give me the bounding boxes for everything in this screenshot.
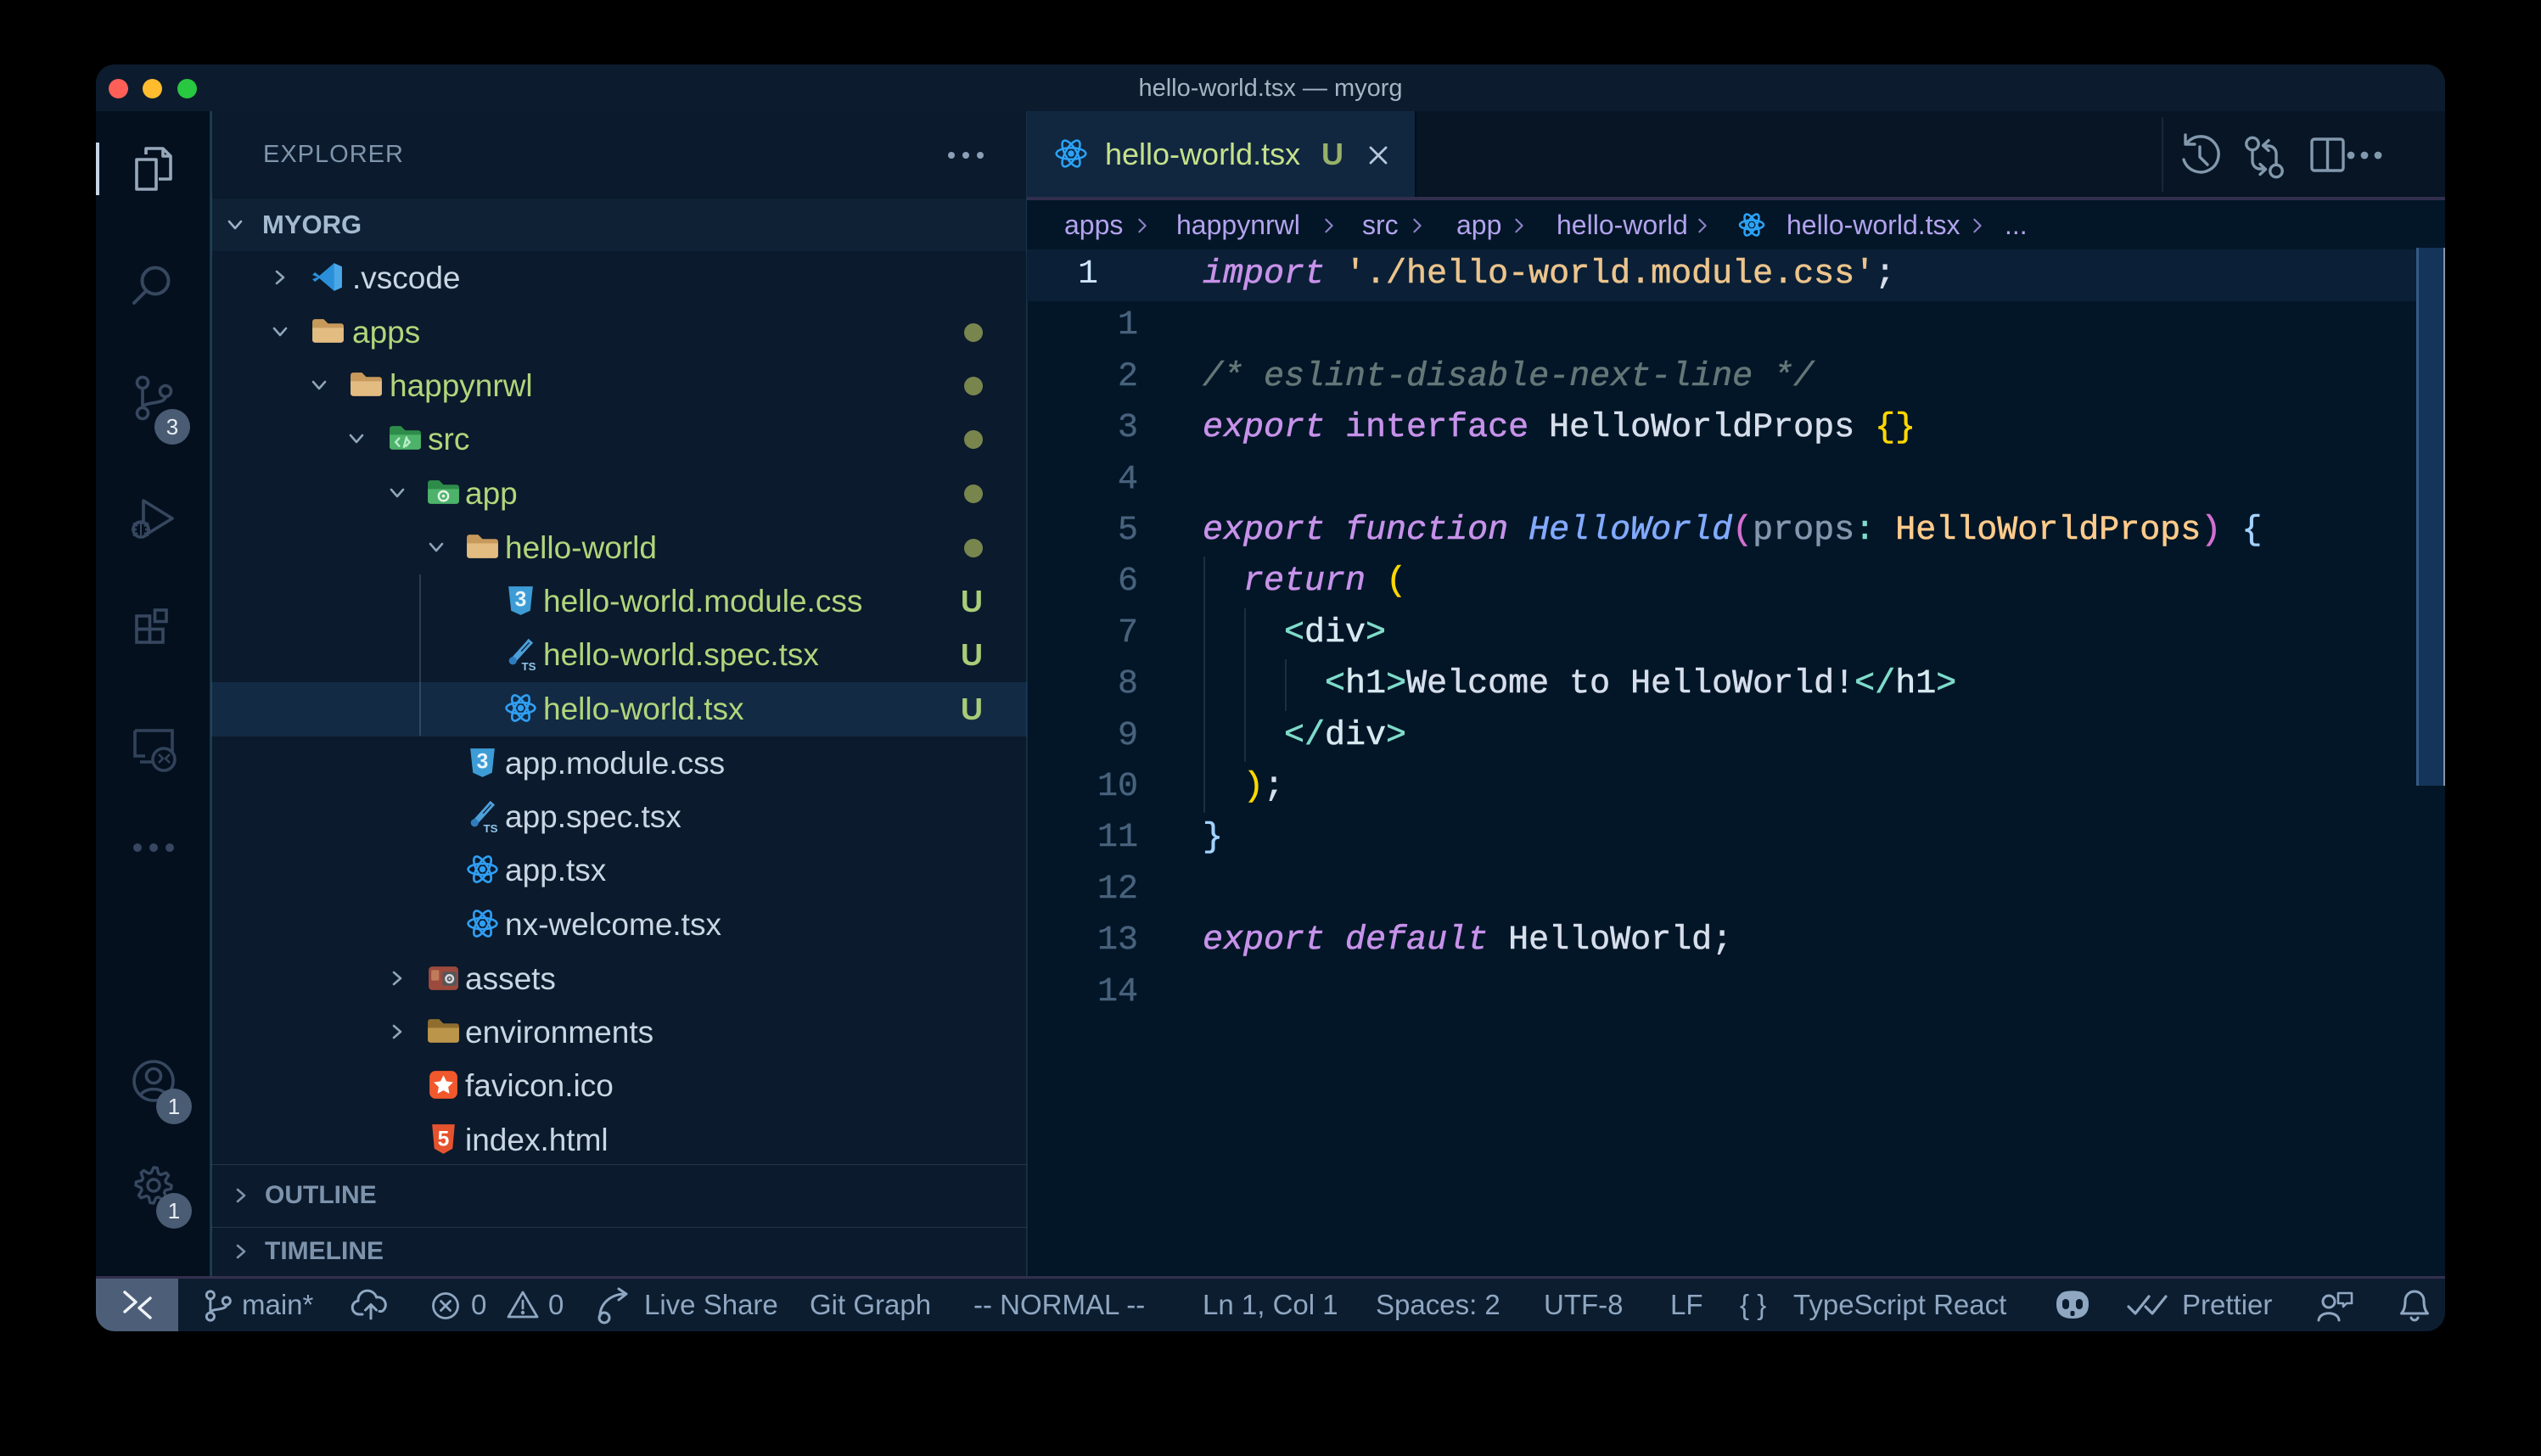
svg-text:3: 3: [477, 751, 489, 774]
svg-text:5: 5: [438, 1128, 450, 1151]
svg-text:TS: TS: [484, 822, 498, 833]
svg-text:3: 3: [515, 589, 527, 612]
svg-text:TS: TS: [522, 660, 536, 671]
